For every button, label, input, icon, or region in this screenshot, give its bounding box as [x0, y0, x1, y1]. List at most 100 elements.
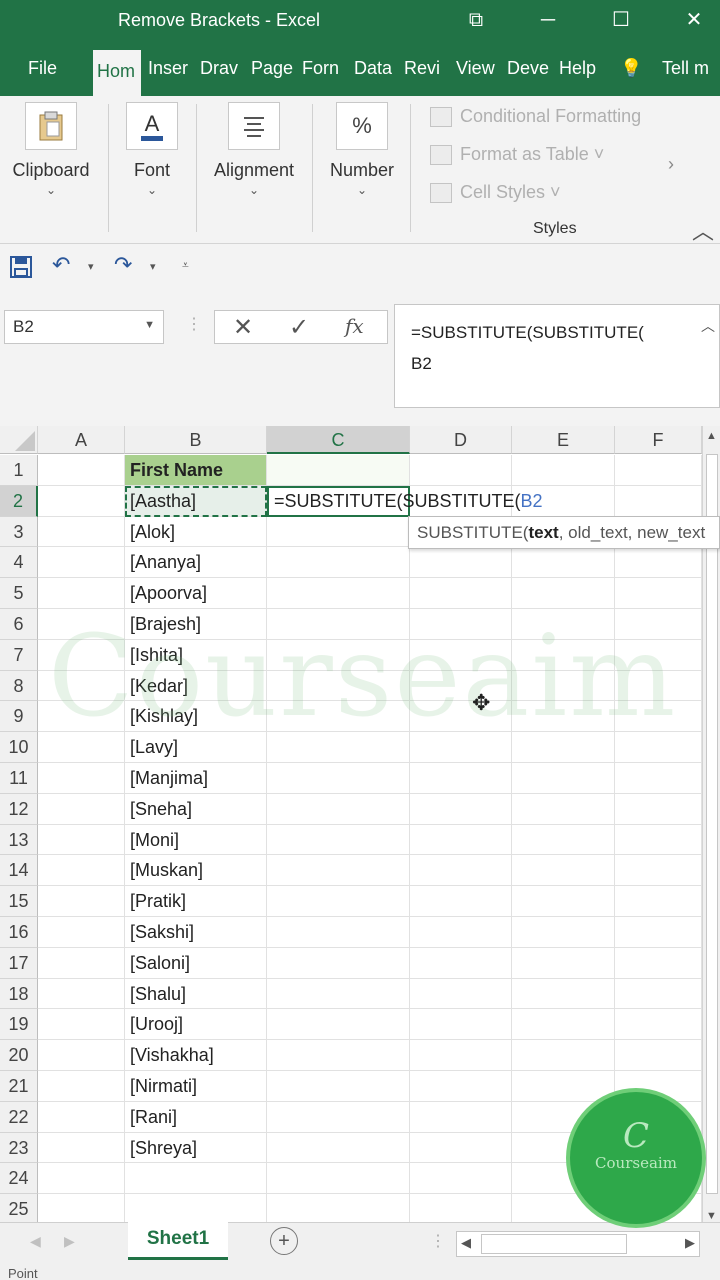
column-header-d[interactable]: D — [410, 426, 512, 454]
cell[interactable] — [267, 701, 410, 733]
name-cell[interactable]: [Alok] — [125, 516, 267, 548]
row-header[interactable]: 18 — [0, 978, 38, 1010]
cell[interactable] — [512, 947, 615, 979]
cell[interactable] — [512, 917, 615, 948]
cell[interactable] — [410, 670, 512, 702]
collapse-formula-bar-icon[interactable]: ︿ — [701, 311, 715, 342]
tell-me-search[interactable]: Tell m — [662, 58, 720, 79]
cell[interactable] — [38, 670, 125, 702]
chevron-down-icon[interactable]: ▾ — [150, 260, 156, 273]
cell[interactable] — [512, 793, 615, 825]
cell[interactable] — [512, 978, 615, 1010]
cell[interactable] — [38, 1132, 125, 1164]
lightbulb-icon[interactable]: 💡 — [620, 58, 642, 79]
name-cell[interactable]: [Kedar] — [125, 670, 267, 702]
row-header[interactable]: 5 — [0, 578, 38, 609]
next-sheet-icon[interactable]: ▶ — [64, 1233, 75, 1250]
chevron-down-icon[interactable]: ▾ — [88, 260, 94, 273]
add-sheet-icon[interactable]: + — [270, 1227, 298, 1255]
name-cell[interactable]: [Manjima] — [125, 763, 267, 794]
cell[interactable] — [267, 1071, 410, 1102]
cell[interactable] — [512, 855, 615, 887]
tab-file[interactable]: File — [28, 58, 57, 79]
cell[interactable] — [267, 855, 410, 887]
cell[interactable] — [38, 763, 125, 794]
cell[interactable] — [512, 701, 615, 733]
cell[interactable] — [267, 763, 410, 794]
horizontal-scroll-thumb[interactable] — [481, 1234, 627, 1254]
row-header[interactable]: 22 — [0, 1101, 38, 1133]
cell[interactable] — [38, 516, 125, 548]
row-header[interactable]: 3 — [0, 516, 38, 548]
cell[interactable] — [38, 485, 125, 517]
column-header-f[interactable]: F — [615, 426, 702, 454]
name-cell[interactable]: [Pratik] — [125, 886, 267, 917]
column-header-c[interactable]: C — [267, 426, 410, 454]
cell[interactable] — [267, 455, 410, 486]
insert-function-icon[interactable]: fx — [345, 314, 364, 338]
row-header[interactable]: 10 — [0, 732, 38, 763]
cell[interactable] — [512, 1040, 615, 1071]
row-header[interactable]: 11 — [0, 763, 38, 794]
name-box[interactable]: B2 ▼ — [4, 310, 164, 344]
name-cell[interactable]: [Saloni] — [125, 947, 267, 979]
cell[interactable] — [410, 639, 512, 671]
cell[interactable] — [410, 855, 512, 887]
name-cell[interactable]: [Urooj] — [125, 1009, 267, 1041]
cell[interactable] — [38, 1071, 125, 1102]
conditional-formatting-button[interactable]: Conditional Formatting — [430, 106, 641, 127]
cell[interactable] — [410, 701, 512, 733]
clipboard-group[interactable]: Clipboard ⌄ — [6, 102, 96, 197]
cell[interactable] — [410, 886, 512, 917]
cell-styles-button[interactable]: Cell Styles ˅ — [430, 182, 561, 203]
cell[interactable] — [410, 578, 512, 609]
row-header[interactable]: 23 — [0, 1132, 38, 1164]
cell[interactable] — [267, 1132, 410, 1164]
cell[interactable] — [38, 978, 125, 1010]
row-header[interactable]: 17 — [0, 947, 38, 979]
cell[interactable] — [512, 578, 615, 609]
column-header-a[interactable]: A — [38, 426, 125, 454]
tab-developer[interactable]: Deve — [507, 58, 549, 79]
cell[interactable] — [512, 639, 615, 671]
cell[interactable] — [615, 485, 702, 517]
cell[interactable] — [38, 1163, 125, 1195]
cell[interactable] — [267, 732, 410, 763]
cell[interactable] — [267, 917, 410, 948]
maximize-icon[interactable]: ☐ — [603, 4, 639, 36]
row-header[interactable]: 24 — [0, 1163, 38, 1195]
cell[interactable] — [410, 763, 512, 794]
cell[interactable] — [410, 917, 512, 948]
cell[interactable] — [615, 1009, 702, 1041]
cell[interactable] — [410, 1071, 512, 1102]
cell[interactable] — [615, 609, 702, 640]
cell[interactable] — [410, 1132, 512, 1164]
sheet-tab-sheet1[interactable]: Sheet1 — [128, 1222, 228, 1260]
cell[interactable] — [410, 455, 512, 486]
name-cell[interactable]: [Kishlay] — [125, 701, 267, 733]
row-header[interactable]: 12 — [0, 793, 38, 825]
select-all-corner[interactable] — [0, 426, 38, 454]
cell[interactable] — [615, 917, 702, 948]
cell[interactable] — [410, 1194, 512, 1225]
cell[interactable] — [410, 1040, 512, 1071]
cell[interactable] — [410, 547, 512, 579]
cell[interactable] — [38, 609, 125, 640]
vertical-scroll-thumb[interactable] — [706, 454, 718, 1194]
cell[interactable] — [267, 886, 410, 917]
name-cell[interactable]: [Lavy] — [125, 732, 267, 763]
cell[interactable] — [512, 886, 615, 917]
cell[interactable] — [512, 1071, 615, 1102]
row-header[interactable]: 4 — [0, 547, 38, 579]
save-icon[interactable] — [10, 256, 32, 284]
cell[interactable] — [38, 547, 125, 579]
undo-icon[interactable]: ↶ — [52, 252, 70, 278]
cell[interactable] — [267, 1163, 410, 1195]
row-header[interactable]: 21 — [0, 1071, 38, 1102]
cell[interactable] — [38, 1101, 125, 1133]
cell[interactable] — [410, 732, 512, 763]
enter-check-icon[interactable]: ✓ — [289, 313, 309, 342]
cell[interactable] — [410, 793, 512, 825]
formula-edit-cell[interactable]: =SUBSTITUTE(SUBSTITUTE(B2 — [267, 485, 543, 517]
header-cell-first-name[interactable]: First Name — [125, 455, 267, 486]
